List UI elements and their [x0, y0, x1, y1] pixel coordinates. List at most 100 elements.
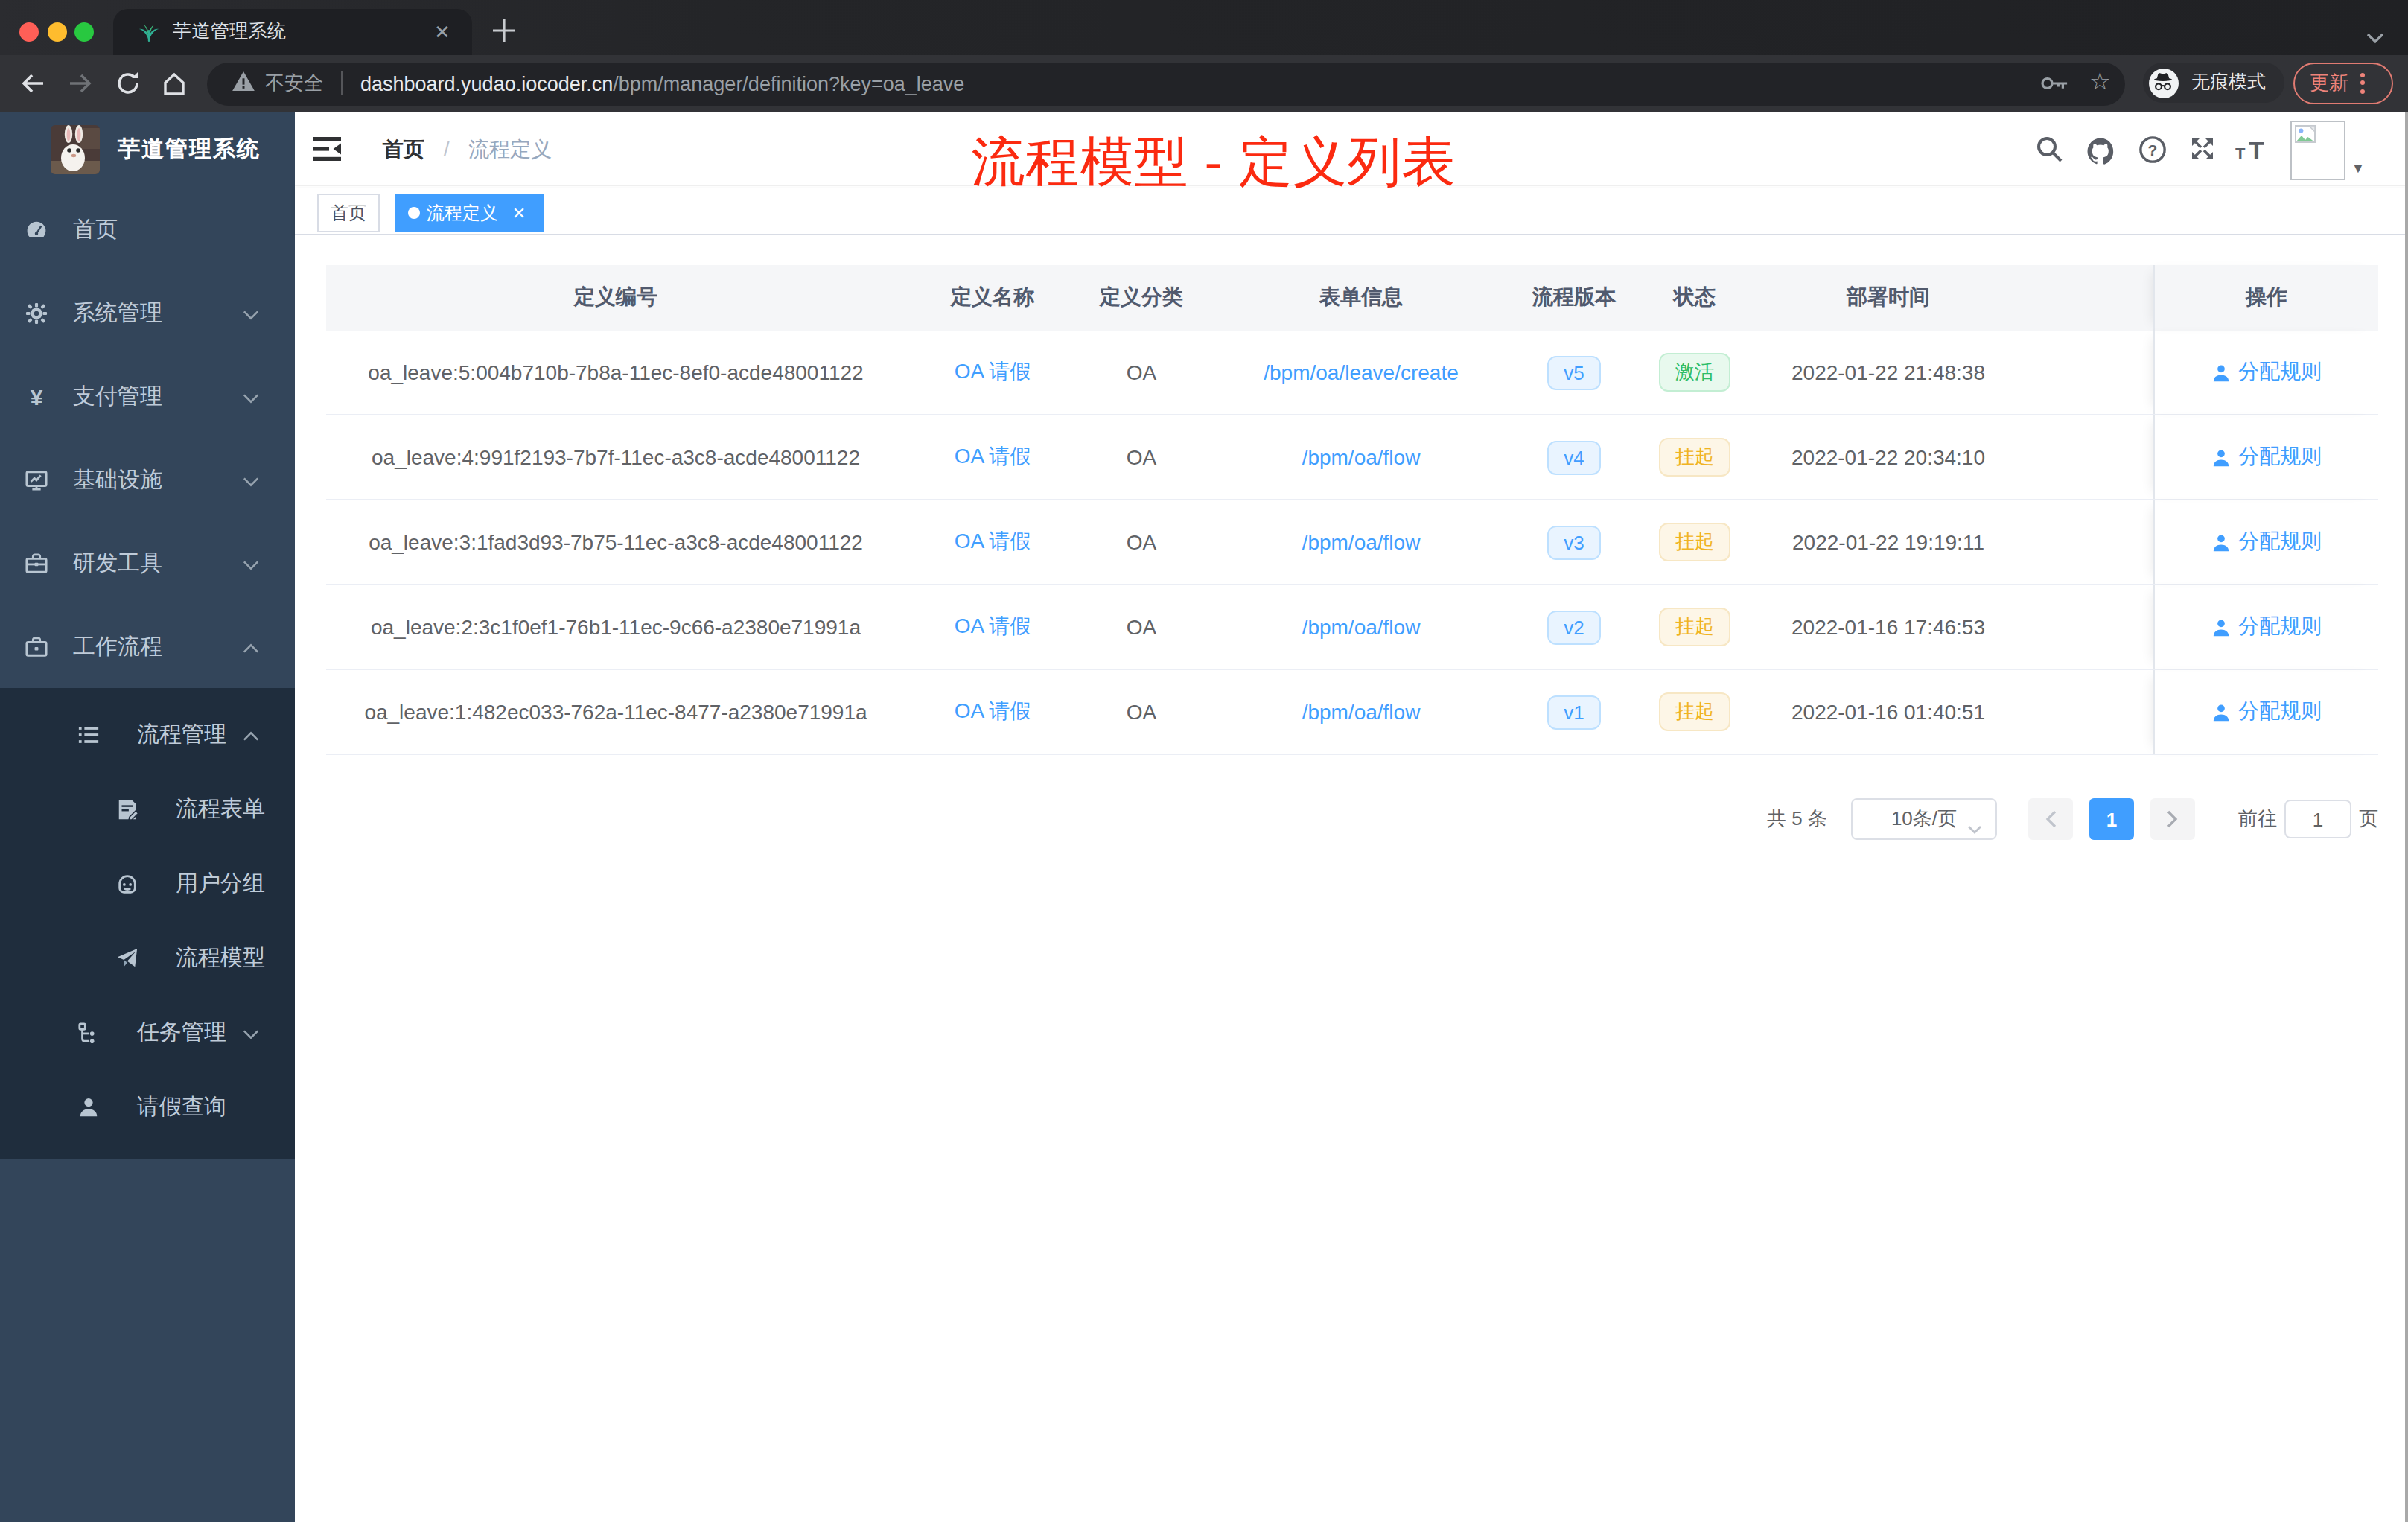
current-page-button[interactable]: 1 — [2089, 798, 2134, 840]
avatar-caret-icon[interactable]: ▼ — [2351, 161, 2365, 176]
sidebar-subitem-任务管理[interactable]: 任务管理 — [0, 995, 295, 1069]
github-icon[interactable] — [2085, 136, 2116, 173]
cell-category: OA — [1080, 530, 1203, 554]
chevron-down-icon — [243, 383, 259, 410]
goto-page-input[interactable]: 1 — [2284, 800, 2351, 838]
window-controls[interactable] — [19, 22, 94, 41]
definition-name-link[interactable]: OA 请假 — [955, 698, 1031, 722]
column-header: 流程版本 — [1519, 284, 1629, 311]
address-bar[interactable]: 不安全 dashboard.yudao.iocoder.cn/bpm/manag… — [207, 62, 2125, 105]
tag-流程定义[interactable]: 流程定义✕ — [394, 194, 543, 232]
screen: 芋道管理系统 ✕ 不安全 dashboard.yudao.ioco — [0, 0, 2408, 1522]
version-tag: v4 — [1547, 440, 1600, 474]
tags-bar: 首页流程定义✕ — [295, 188, 2408, 235]
cell-definition-id: oa_leave:3:1fad3d93-7b75-11ec-a3c8-acde4… — [326, 530, 905, 554]
cell-form-link: /bpm/oa/flow — [1203, 445, 1519, 469]
assign-rule-button[interactable]: 分配规则 — [2211, 614, 2322, 640]
form-link[interactable]: /bpm/oa/flow — [1302, 530, 1421, 554]
version-tag: v3 — [1547, 525, 1600, 559]
back-button[interactable] — [19, 70, 46, 97]
tag-close-icon[interactable]: ✕ — [509, 203, 529, 223]
form-link[interactable]: /bpm/oa/flow — [1302, 700, 1421, 724]
chevron-up-icon — [243, 721, 259, 748]
password-key-icon[interactable] — [2040, 71, 2068, 98]
sidebar-subitem-流程表单[interactable]: 流程表单 — [0, 771, 295, 846]
cell-status: 激活 — [1629, 353, 1760, 392]
sidebar-item-基础设施[interactable]: 基础设施 — [0, 438, 295, 521]
browser-menu-icon[interactable] — [2360, 72, 2365, 93]
tab-title: 芋道管理系统 — [173, 19, 286, 45]
chevron-down-icon — [243, 466, 259, 493]
sidebar-item-首页[interactable]: 首页 — [0, 188, 295, 271]
status-tag: 激活 — [1659, 353, 1730, 392]
update-button[interactable]: 更新 — [2293, 62, 2393, 104]
sidebar-item-研发工具[interactable]: 研发工具 — [0, 521, 295, 605]
cell-definition-id: oa_leave:1:482ec033-762a-11ec-8477-a2380… — [326, 700, 905, 724]
new-tab-button[interactable] — [491, 18, 517, 43]
goto-label: 前往 — [2238, 806, 2277, 832]
sidebar-subitem-流程模型[interactable]: 流程模型 — [0, 920, 295, 995]
dashboard-icon — [25, 218, 48, 241]
cell-definition-id: oa_leave:4:991f2193-7b7f-11ec-a3c8-acde4… — [326, 445, 905, 469]
cell-definition-id: oa_leave:2:3c1f0ef1-76b1-11ec-9c66-a2380… — [326, 615, 905, 639]
form-link[interactable]: /bpm/oa/leave/create — [1264, 360, 1459, 384]
not-secure-warning-icon[interactable] — [232, 70, 255, 97]
maximize-window-button[interactable] — [74, 22, 94, 41]
definition-name-link[interactable]: OA 请假 — [955, 444, 1031, 468]
bookmark-star-icon[interactable]: ☆ — [2089, 67, 2111, 95]
url-text[interactable]: dashboard.yudao.iocoder.cn/bpm/manager/d… — [360, 72, 964, 95]
fullscreen-icon[interactable] — [2189, 136, 2216, 168]
page-content: 定义编号定义名称定义分类表单信息流程版本状态部署时间操作oa_leave:5:0… — [295, 235, 2408, 1522]
font-size-icon[interactable]: TT — [2235, 138, 2274, 168]
sidebar-subitem-请假查询[interactable]: 请假查询 — [0, 1069, 295, 1144]
assign-rule-button[interactable]: 分配规则 — [2211, 444, 2322, 471]
home-button[interactable] — [161, 70, 188, 97]
forward-button[interactable] — [67, 70, 94, 97]
not-secure-label[interactable]: 不安全 — [265, 70, 323, 97]
sidebar-item-支付管理[interactable]: ¥支付管理 — [0, 354, 295, 438]
user-avatar[interactable] — [2290, 120, 2345, 179]
sidebar-subitem-用户分组[interactable]: 用户分组 — [0, 846, 295, 920]
sidebar-item-系统管理[interactable]: 系统管理 — [0, 271, 295, 354]
definition-name-link[interactable]: OA 请假 — [955, 359, 1031, 383]
cell-category: OA — [1080, 360, 1203, 384]
help-icon[interactable]: ? — [2138, 136, 2167, 170]
svg-text:T: T — [2249, 138, 2264, 162]
form-link[interactable]: /bpm/oa/flow — [1302, 615, 1421, 639]
cell-actions: 分配规则 — [2153, 585, 2378, 669]
sidebar-item-工作流程[interactable]: 工作流程 — [0, 605, 295, 688]
briefcase-icon — [25, 635, 48, 657]
minimize-window-button[interactable] — [47, 22, 66, 41]
status-tag: 挂起 — [1659, 692, 1730, 731]
browser-tab[interactable]: 芋道管理系统 ✕ — [113, 9, 472, 55]
table-header: 定义编号定义名称定义分类表单信息流程版本状态部署时间操作 — [326, 265, 2378, 331]
column-header: 定义编号 — [326, 284, 905, 311]
reload-button[interactable] — [115, 70, 141, 97]
form-link[interactable]: /bpm/oa/flow — [1302, 445, 1421, 469]
next-page-button[interactable] — [2150, 798, 2195, 840]
tab-search-icon[interactable] — [2366, 24, 2384, 51]
cell-deploy-time: 2022-01-22 21:48:38 — [1760, 360, 2016, 384]
search-icon[interactable] — [2036, 136, 2063, 168]
cell-deploy-time: 2022-01-16 17:46:53 — [1760, 615, 2016, 639]
update-label[interactable]: 更新 — [2310, 69, 2348, 96]
app: 芋道管理系统 首页系统管理¥支付管理基础设施研发工具工作流程 流程管理流程表单用… — [0, 112, 2408, 1522]
url-divider — [341, 71, 343, 95]
page-size-select[interactable]: 10条/页 — [1851, 798, 1997, 840]
sidebar-subitem-流程管理[interactable]: 流程管理 — [0, 697, 295, 771]
sidebar-logo[interactable]: 芋道管理系统 — [0, 112, 295, 188]
pagination-total: 共 5 条 — [1767, 806, 1827, 832]
tag-首页[interactable]: 首页 — [317, 194, 380, 232]
assign-rule-button[interactable]: 分配规则 — [2211, 698, 2322, 725]
definition-name-link[interactable]: OA 请假 — [955, 614, 1031, 637]
prev-page-button[interactable] — [2028, 798, 2073, 840]
tab-close-icon[interactable]: ✕ — [430, 20, 454, 44]
send-icon — [116, 946, 138, 969]
definition-name-link[interactable]: OA 请假 — [955, 529, 1031, 553]
column-header: 操作 — [2153, 265, 2378, 331]
assign-rule-button[interactable]: 分配规则 — [2211, 359, 2322, 386]
close-window-button[interactable] — [19, 22, 39, 41]
cell-actions: 分配规则 — [2153, 670, 2378, 754]
cell-version: v4 — [1519, 440, 1629, 474]
assign-rule-button[interactable]: 分配规则 — [2211, 529, 2322, 555]
